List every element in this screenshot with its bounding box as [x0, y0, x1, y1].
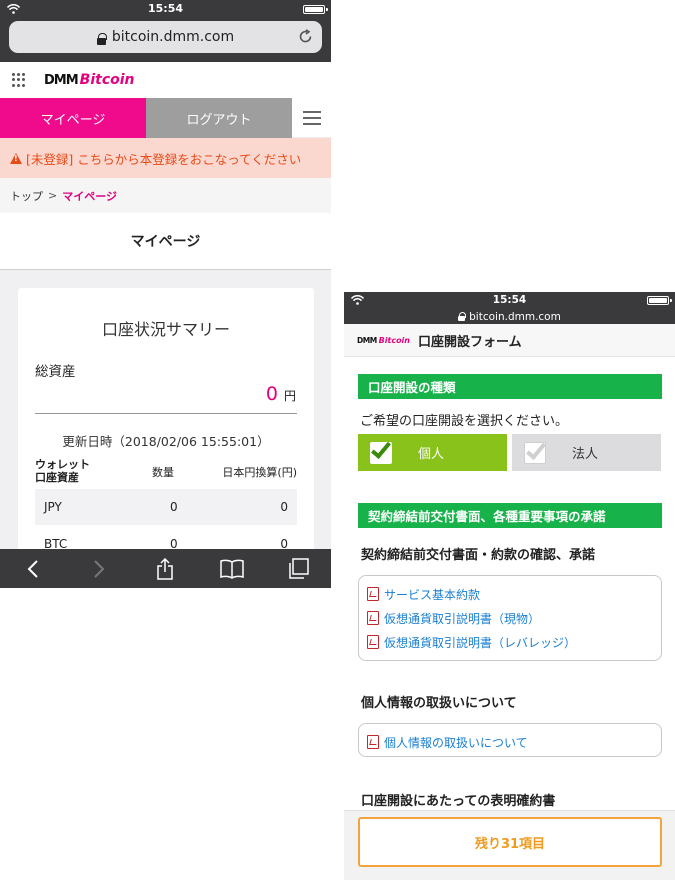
remaining-items-button[interactable]: 残り31項目 [358, 817, 662, 867]
site-header: DMM Bitcoin [0, 62, 331, 98]
footer-bar: 残り31項目 [344, 810, 675, 880]
browser-chrome: bitcoin.dmm.com [0, 18, 331, 62]
form-header: DMM Bitcoin 口座開設フォーム [344, 324, 675, 357]
updated-datetime: 更新日時（2018/02/06 15:55:01） [62, 434, 270, 449]
dmm-bitcoin-logo[interactable]: DMM Bitcoin [357, 336, 410, 345]
subheading-contract-docs: 契約締結前交付書面・約款の確認、承諾 [361, 548, 596, 563]
browser-toolbar [0, 549, 331, 588]
dmm-bitcoin-logo[interactable]: DMM Bitcoin [44, 72, 135, 88]
section-account-type-header: 口座開設の種類 [358, 374, 662, 399]
divider [35, 413, 297, 414]
account-opening-form-screen: 15:54 bitcoin.dmm.com DMM Bitcoin 口座開設フォ… [344, 292, 675, 880]
nav-mypage-button[interactable]: マイページ [0, 98, 146, 138]
page-title: マイページ [0, 213, 331, 270]
back-icon[interactable] [20, 556, 46, 582]
address-bar[interactable]: bitcoin.dmm.com [9, 21, 322, 53]
content-area: 口座状況サマリー 総資産 0 円 更新日時（2018/02/06 15:55:0… [0, 270, 331, 588]
status-time: 15:54 [492, 294, 527, 306]
choice-personal-label: 個人 [418, 447, 445, 462]
header-jpy-equivalent: 日本円換算(円) [222, 466, 297, 479]
privacy-docs-box: 個人情報の取扱いについて [358, 723, 662, 757]
nav-bar: マイページ ログアウト [0, 98, 331, 138]
battery-icon [647, 296, 672, 305]
table-row: JPY 0 0 [35, 489, 297, 525]
doc-link-label: サービス基本約款 [384, 587, 481, 602]
wifi-icon [7, 4, 20, 14]
doc-link-label: 個人情報の取扱いについて [384, 735, 528, 750]
doc-link-label: 仮想通貨取引説明書（レバレッジ） [384, 635, 577, 650]
total-assets-unit: 円 [283, 389, 296, 403]
logo-bitcoin-text: Bitcoin [79, 72, 135, 88]
status-bar: 15:54 [344, 292, 675, 309]
breadcrumb: トップ > マイページ [0, 178, 331, 213]
account-summary-card: 口座状況サマリー 総資産 0 円 更新日時（2018/02/06 15:55:0… [18, 288, 314, 588]
breadcrumb-current: マイページ [62, 189, 117, 203]
total-assets-number: 0 [265, 383, 278, 405]
pdf-icon [367, 611, 379, 625]
lock-icon [458, 312, 467, 321]
summary-title: 口座状況サマリー [101, 320, 230, 339]
form-title: 口座開設フォーム [418, 334, 522, 350]
subheading-privacy: 個人情報の取扱いについて [361, 696, 517, 711]
mypage-screen: 15:54 bitcoin.dmm.com DMM Bitcoin マイページ … [0, 0, 331, 588]
registration-alert[interactable]: [未登録] こちらから本登録をおこなってください [0, 138, 331, 178]
pdf-icon [367, 735, 379, 749]
header-wallet-line1: ウォレット [35, 458, 90, 471]
row-jpy: 0 [280, 500, 288, 514]
pdf-icon [367, 587, 379, 601]
apps-grid-icon[interactable] [12, 73, 26, 87]
status-bar: 15:54 [0, 0, 331, 18]
choice-personal[interactable]: 個人 [358, 434, 507, 471]
alert-text: [未登録] こちらから本登録をおこなってください [26, 151, 302, 167]
header-wallet-line2: 口座資産 [35, 471, 79, 484]
tabs-icon[interactable] [285, 556, 311, 582]
forward-icon[interactable] [86, 556, 112, 582]
reload-icon[interactable] [298, 29, 313, 44]
header-quantity: 数量 [152, 466, 174, 479]
logo-bitcoin-text: Bitcoin [378, 335, 410, 345]
contract-docs-box: サービス基本約款 仮想通貨取引説明書（現物） 仮想通貨取引説明書（レバレッジ） [358, 575, 662, 661]
url-text: bitcoin.dmm.com [469, 310, 561, 323]
wallet-table-header: ウォレット 口座資産 数量 日本円換算(円) [35, 456, 297, 486]
hamburger-menu-icon[interactable] [292, 98, 331, 138]
choice-corporate-label: 法人 [572, 447, 599, 462]
breadcrumb-separator: > [48, 189, 58, 202]
doc-link-service-terms[interactable]: サービス基本約款 [367, 582, 661, 606]
logo-dmm-text: DMM [44, 73, 79, 88]
url-text: bitcoin.dmm.com [111, 29, 235, 45]
row-quantity: 0 [170, 500, 178, 514]
doc-link-privacy-policy[interactable]: 個人情報の取扱いについて [367, 730, 661, 754]
pdf-icon [367, 635, 379, 649]
breadcrumb-home-link[interactable]: トップ [10, 188, 43, 204]
wifi-icon [351, 295, 364, 305]
nav-logout-button[interactable]: ログアウト [146, 98, 292, 138]
header-wallet: ウォレット 口座資産 [35, 458, 90, 484]
account-type-prompt: ご希望の口座開設を選択ください。 [360, 414, 569, 429]
total-assets-value: 0 円 [266, 383, 296, 405]
share-icon[interactable] [152, 556, 178, 582]
status-time: 15:54 [147, 2, 183, 15]
checkbox-unchecked-icon [524, 438, 546, 464]
doc-link-label: 仮想通貨取引説明書（現物） [384, 611, 541, 626]
total-assets-label: 総資産 [35, 364, 76, 380]
doc-link-spot-trading[interactable]: 仮想通貨取引説明書（現物） [367, 606, 661, 630]
warning-icon [10, 152, 22, 164]
checkbox-checked-icon [370, 437, 392, 464]
bookmarks-icon[interactable] [219, 556, 245, 582]
address-bar[interactable]: bitcoin.dmm.com [344, 309, 675, 324]
subheading-declaration: 口座開設にあたっての表明確約書 [361, 794, 556, 809]
choice-corporate[interactable]: 法人 [512, 434, 661, 471]
battery-icon [303, 5, 328, 14]
section-agreements-header: 契約締結前交付書面、各種重要事項の承諾 [358, 503, 662, 528]
lock-icon [96, 32, 107, 45]
logo-dmm-text: DMM [357, 335, 377, 345]
doc-link-leverage-trading[interactable]: 仮想通貨取引説明書（レバレッジ） [367, 630, 661, 654]
row-currency: JPY [44, 500, 62, 514]
